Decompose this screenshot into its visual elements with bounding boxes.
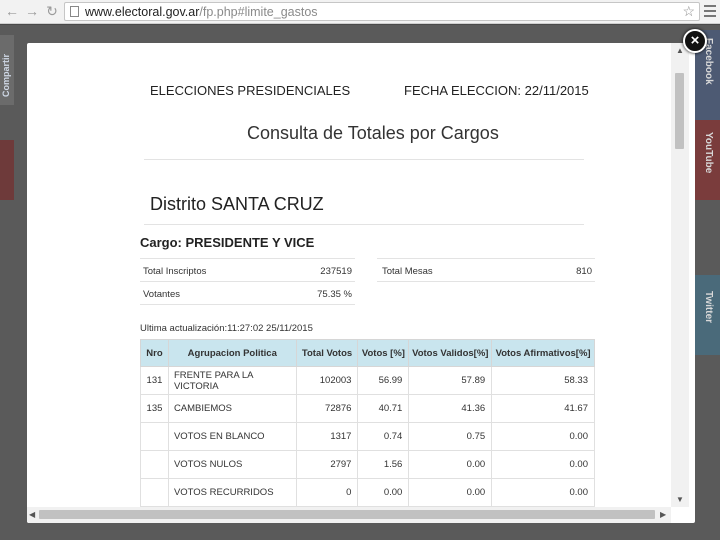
youtube-label: YouTube [703,132,714,174]
cell-votos-pct: 56.99 [357,366,410,395]
cell-agrupacion: VOTOS NULOS [167,450,297,479]
divider [144,224,584,225]
cell-votos-pct: 0.00 [357,478,410,507]
table-row: 135 CAMBIEMOS 72876 40.71 41.36 41.67 [140,394,595,423]
page-icon [70,6,79,17]
col-header-votos-afirmativos: Votos Afirmativos[%] [491,339,595,367]
cell-votos-afirmativos: 58.33 [491,366,595,395]
election-type: ELECCIONES PRESIDENCIALES [150,83,351,98]
reload-icon[interactable]: ↻ [44,3,60,19]
cell-votos-afirmativos: 0.00 [491,478,595,507]
url-path: /fp.php#limite_gastos [199,5,318,19]
table-row: 131 FRENTE PARA LA VICTORIA 102003 56.99… [140,366,595,395]
scroll-up-arrow-icon[interactable]: ▲ [676,46,684,55]
cell-votos-validos: 41.36 [408,394,493,423]
stats-divider [377,281,595,282]
cell-votos-pct: 0.74 [357,422,410,451]
close-icon: × [690,32,700,49]
results-table: Nro Agrupacion Politica Total Votos Voto… [140,339,595,507]
share-strip-red [0,140,14,200]
stats-divider [377,258,595,259]
cell-agrupacion: FRENTE PARA LA VICTORIA [167,366,297,395]
col-header-nro: Nro [140,339,169,367]
modal-content: ELECCIONES PRESIDENCIALES FECHA ELECCION… [27,43,671,507]
cell-total-votos: 102003 [295,366,359,395]
total-inscriptos-value: 237519 [320,266,352,277]
col-header-votos-validos: Votos Validos[%] [408,339,493,367]
last-updated: Ultima actualización:11:27:02 25/11/2015 [140,323,313,334]
cell-votos-afirmativos: 0.00 [491,422,595,451]
cell-votos-validos: 57.89 [408,366,493,395]
cell-votos-afirmativos: 41.67 [491,394,595,423]
close-modal-button[interactable]: × [683,29,707,53]
url-text[interactable]: www.electoral.gov.ar/fp.php#limite_gasto… [85,4,318,20]
cell-agrupacion: VOTOS EN BLANCO [167,422,297,451]
share-sidebar[interactable]: Compartir [0,35,14,105]
horizontal-scroll-thumb[interactable] [39,510,655,519]
cell-total-votos: 0 [295,478,359,507]
stats-divider [140,281,355,282]
col-header-votos-pct: Votos [%] [357,339,410,367]
district-title: Distrito SANTA CRUZ [150,194,324,214]
horizontal-scrollbar[interactable]: ◀ ▶ [27,507,671,523]
scroll-left-arrow-icon[interactable]: ◀ [29,510,35,519]
votantes-value: 75.35 % [317,289,352,300]
vertical-scrollbar[interactable]: ▲ ▼ [671,43,689,507]
col-header-total-votos: Total Votos [295,339,359,367]
cell-agrupacion: VOTOS RECURRIDOS [167,478,297,507]
results-modal: ELECCIONES PRESIDENCIALES FECHA ELECCION… [27,43,695,523]
scroll-down-arrow-icon[interactable]: ▼ [676,495,684,504]
total-inscriptos-label: Total Inscriptos [143,266,207,277]
votantes-label: Votantes [143,289,180,300]
total-mesas-label: Total Mesas [382,266,433,277]
browser-toolbar: ← → ↻ www.electoral.gov.ar/fp.php#limite… [0,0,720,24]
table-row: VOTOS EN BLANCO 1317 0.74 0.75 0.00 [140,422,595,451]
cargo-title: Cargo: PRESIDENTE Y VICE [140,235,315,250]
stats-divider [140,258,355,259]
youtube-share-button[interactable]: YouTube [694,120,720,200]
cell-agrupacion: CAMBIEMOS [167,394,297,423]
cell-votos-validos: 0.75 [408,422,493,451]
url-host: www.electoral.gov.ar [85,5,200,19]
cell-total-votos: 1317 [295,422,359,451]
table-header-row: Nro Agrupacion Politica Total Votos Voto… [140,339,595,367]
divider [144,159,584,160]
twitter-share-button[interactable]: Twitter [694,275,720,355]
total-mesas-value: 810 [576,266,592,277]
back-arrow-icon[interactable]: ← [4,3,20,19]
table-row: VOTOS RECURRIDOS 0 0.00 0.00 0.00 [140,478,595,507]
cell-nro [140,422,169,451]
stats-divider [140,304,355,305]
cell-nro: 135 [140,394,169,423]
cell-votos-validos: 0.00 [408,478,493,507]
cell-total-votos: 2797 [295,450,359,479]
cell-votos-pct: 40.71 [357,394,410,423]
forward-arrow-icon[interactable]: → [24,3,40,19]
election-date: FECHA ELECCION: 22/11/2015 [404,83,589,98]
page-title: Consulta de Totales por Cargos [247,123,499,143]
browser-menu-icon[interactable] [704,5,716,20]
share-label: Compartir [1,53,11,97]
cell-nro [140,478,169,507]
cell-nro: 131 [140,366,169,395]
cell-votos-validos: 0.00 [408,450,493,479]
bookmark-star-icon[interactable]: ☆ [682,3,695,20]
vertical-scroll-thumb[interactable] [675,73,684,149]
cell-votos-afirmativos: 0.00 [491,450,595,479]
cell-total-votos: 72876 [295,394,359,423]
table-row: VOTOS NULOS 2797 1.56 0.00 0.00 [140,450,595,479]
twitter-label: Twitter [703,291,714,324]
scroll-right-arrow-icon[interactable]: ▶ [660,510,666,519]
cell-votos-pct: 1.56 [357,450,410,479]
col-header-agrupacion: Agrupacion Politica [167,339,297,367]
address-bar[interactable]: www.electoral.gov.ar/fp.php#limite_gasto… [64,2,700,21]
cell-nro [140,450,169,479]
